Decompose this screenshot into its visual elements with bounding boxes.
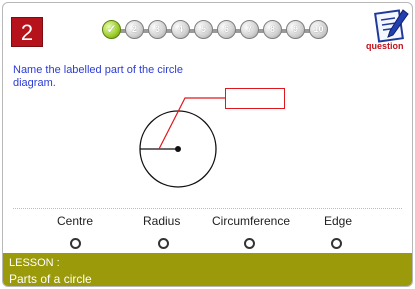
centre-point — [175, 146, 181, 152]
option-centre-label[interactable]: Centre — [57, 214, 93, 228]
option-circumference-label[interactable]: Circumference — [212, 214, 290, 228]
lesson-heading: LESSON : — [9, 257, 60, 269]
options-separator — [13, 208, 402, 209]
option-centre-radio[interactable] — [70, 238, 81, 249]
answer-box — [225, 88, 285, 109]
option-radius-radio[interactable] — [158, 238, 169, 249]
option-circumference-radio[interactable] — [244, 238, 255, 249]
option-edge-radio[interactable] — [331, 238, 342, 249]
circle-diagram — [139, 97, 225, 188]
option-radius-label[interactable]: Radius — [143, 214, 180, 228]
lesson-bar: LESSON : Parts of a circle — [3, 253, 412, 286]
quiz-frame: 2 ✓ 2 3 4 5 6 7 8 9 10 question Name the… — [2, 2, 413, 287]
lesson-title: Parts of a circle — [9, 272, 92, 286]
option-edge-label[interactable]: Edge — [324, 214, 352, 228]
